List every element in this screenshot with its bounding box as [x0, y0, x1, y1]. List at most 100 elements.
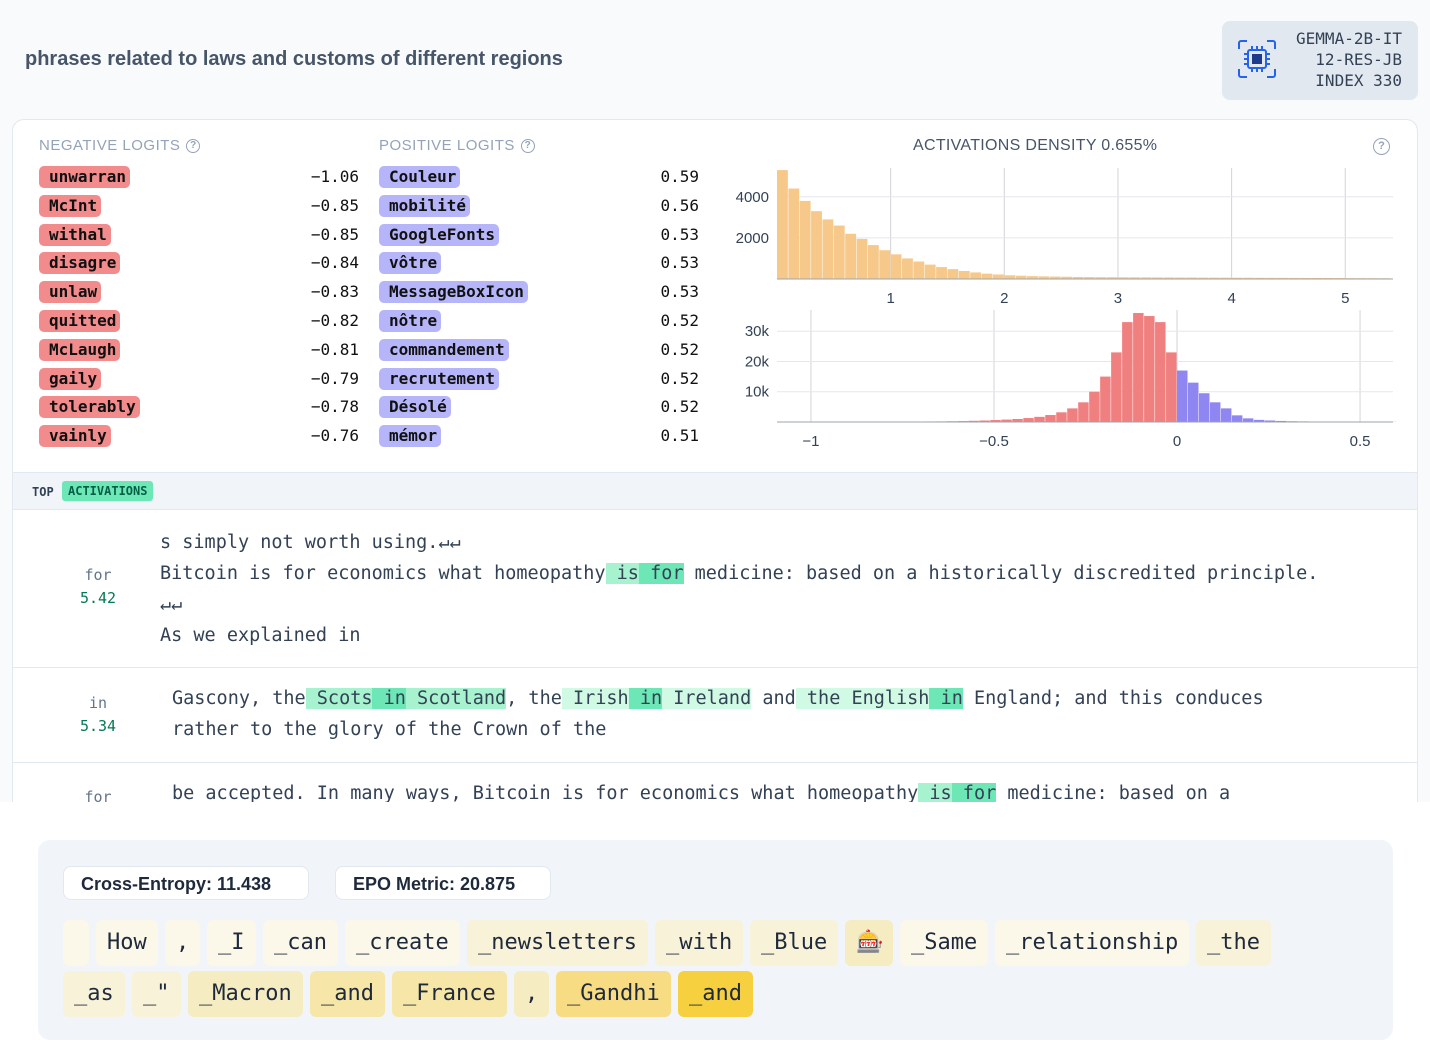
prompt-token[interactable]: _France: [392, 971, 507, 1017]
logit-value: 0.52: [660, 368, 699, 388]
logit-row[interactable]: gaily: [39, 367, 102, 391]
histogram-bar: [936, 267, 947, 279]
activation-text: Gascony, the Scots in Scotland, the Iris…: [172, 688, 1264, 740]
x-tick-label: 5: [1341, 290, 1349, 307]
histogram-bar: [1023, 418, 1034, 422]
logit-token[interactable]: tolerably: [39, 396, 140, 419]
histogram-bar: [1100, 376, 1111, 422]
histogram-bar: [924, 264, 936, 279]
logit-row[interactable]: mobilité: [379, 194, 471, 218]
prompt-token[interactable]: _can: [263, 920, 338, 966]
logit-row[interactable]: disagre: [39, 251, 121, 275]
histogram-bar: [1034, 416, 1045, 422]
logit-row[interactable]: McInt: [39, 194, 102, 218]
logit-value: −1.06: [310, 167, 359, 186]
logit-row[interactable]: unlaw: [39, 280, 102, 304]
prompt-token[interactable]: _and: [678, 971, 753, 1017]
cross-entropy-metric: Cross-Entropy: 11.438: [63, 866, 309, 900]
histogram-bar: [845, 233, 857, 279]
logit-value: 0.53: [660, 224, 699, 244]
help-icon[interactable]: ?: [186, 138, 201, 153]
histogram-bar: [902, 258, 913, 279]
logit-token[interactable]: McInt: [39, 194, 102, 217]
prompt-token[interactable]: _Macron: [188, 971, 303, 1017]
top-label: TOP: [32, 485, 54, 499]
logit-value: −0.82: [310, 311, 359, 330]
prompt-token[interactable]: _and: [310, 971, 385, 1017]
logit-row[interactable]: nôtre: [379, 309, 442, 333]
prompt-token[interactable]: How: [96, 920, 158, 966]
logit-token[interactable]: Couleur: [379, 166, 461, 188]
logit-token[interactable]: vôtre: [379, 252, 442, 275]
logit-token[interactable]: commandement: [379, 338, 509, 361]
x-tick-label: −1: [802, 433, 819, 450]
logit-value: 0.52: [660, 339, 699, 359]
help-icon[interactable]: ?: [520, 138, 535, 153]
logit-row[interactable]: recrutement: [379, 367, 499, 391]
logit-row[interactable]: vainly: [39, 424, 111, 448]
prompt-token[interactable]: _the: [1196, 920, 1271, 966]
prompt-token[interactable]: 🎰: [845, 920, 893, 966]
logit-token[interactable]: vainly: [39, 425, 111, 448]
logit-row[interactable]: unwarran: [39, 165, 131, 189]
prompt-token[interactable]: [63, 920, 89, 966]
activation-row[interactable]: for 5.42 s simply not worth using.↵↵ Bit…: [13, 510, 1417, 668]
histogram-bar: [1045, 415, 1056, 422]
prompt-token[interactable]: _Gandhi: [556, 971, 671, 1017]
logit-row[interactable]: MessageBoxIcon: [379, 280, 528, 304]
histogram-bar: [1198, 393, 1210, 422]
logit-value: 0.53: [660, 282, 699, 302]
prompt-token[interactable]: _with: [655, 920, 743, 966]
prompt-token[interactable]: _create: [345, 920, 460, 966]
logit-token[interactable]: nôtre: [379, 310, 442, 332]
x-tick-label: 4: [1227, 290, 1235, 307]
activation-row[interactable]: in 5.34 Gascony, the Scots in Scotland, …: [13, 668, 1417, 763]
logit-token[interactable]: Désolé: [379, 396, 451, 419]
histogram-bar: [958, 270, 970, 279]
logit-token[interactable]: mobilité: [379, 194, 471, 217]
prompt-token[interactable]: _as: [63, 971, 125, 1017]
logit-token[interactable]: McLaugh: [39, 338, 121, 361]
prompt-token[interactable]: _": [132, 971, 181, 1017]
logit-row[interactable]: tolerably: [39, 395, 140, 419]
histogram-bar: [799, 200, 811, 279]
logit-token[interactable]: unlaw: [39, 281, 102, 304]
prompt-token[interactable]: _relationship: [995, 920, 1189, 966]
logit-row[interactable]: mémor: [379, 424, 442, 448]
logit-row[interactable]: GoogleFonts: [379, 223, 499, 247]
prompt-token[interactable]: _Blue: [750, 920, 838, 966]
prompt-token[interactable]: _I: [207, 920, 256, 966]
chip-icon: [1238, 40, 1276, 78]
model-badge[interactable]: GEMMA-2B-IT 12-RES-JB INDEX 330: [1222, 21, 1418, 100]
activation-text: s simply not worth using.↵↵ Bitcoin is f…: [160, 532, 1319, 646]
x-tick-label: 0: [1173, 433, 1181, 450]
prompt-token[interactable]: ,: [165, 920, 200, 966]
help-icon[interactable]: ?: [1373, 138, 1390, 155]
logit-value: −0.76: [310, 426, 359, 446]
logit-value: −0.85: [310, 224, 359, 244]
histogram-bar: [1004, 275, 1016, 279]
logit-token[interactable]: mémor: [379, 425, 442, 448]
logit-token[interactable]: quitted: [39, 310, 121, 332]
prompt-token[interactable]: ,: [514, 971, 549, 1017]
logit-token[interactable]: withal: [39, 223, 111, 246]
logit-token[interactable]: GoogleFonts: [379, 223, 499, 246]
histogram-bar: [1155, 322, 1166, 422]
prompt-token[interactable]: _Same: [900, 920, 988, 966]
y-tick-label: 4000: [736, 189, 769, 206]
logit-row[interactable]: vôtre: [379, 251, 442, 275]
logit-row[interactable]: withal: [39, 223, 111, 247]
logit-token[interactable]: unwarran: [39, 166, 131, 188]
logit-token[interactable]: gaily: [39, 367, 102, 390]
logit-token[interactable]: recrutement: [379, 367, 499, 390]
logit-row[interactable]: quitted: [39, 309, 121, 333]
logit-token[interactable]: disagre: [39, 252, 121, 275]
logit-row[interactable]: Désolé: [379, 395, 451, 419]
logit-row[interactable]: McLaugh: [39, 338, 121, 362]
logit-row[interactable]: Couleur: [379, 165, 461, 189]
logit-token[interactable]: MessageBoxIcon: [379, 281, 528, 304]
logit-row[interactable]: commandement: [379, 338, 509, 362]
x-tick-label: −0.5: [979, 433, 1009, 450]
activations-badge[interactable]: ACTIVATIONS: [62, 481, 154, 501]
prompt-token[interactable]: _newsletters: [467, 920, 648, 966]
